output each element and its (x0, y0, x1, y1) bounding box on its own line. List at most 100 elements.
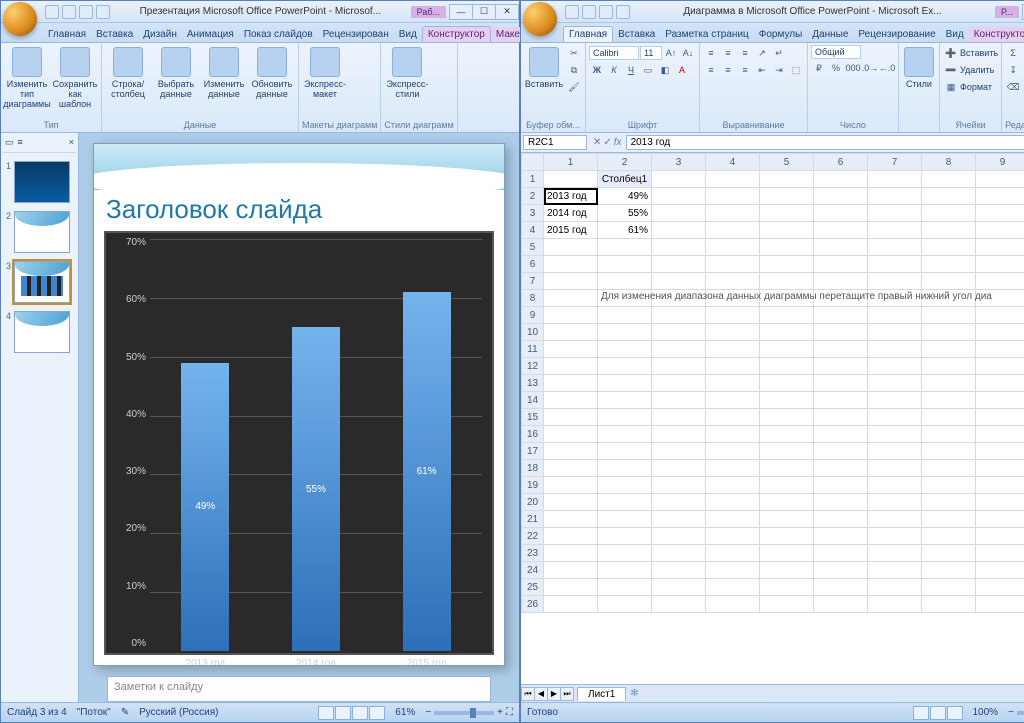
cell[interactable] (976, 239, 1024, 256)
cell[interactable] (868, 392, 922, 409)
cell[interactable] (652, 545, 706, 562)
cell[interactable] (598, 324, 652, 341)
cell[interactable] (814, 494, 868, 511)
underline-icon[interactable]: Ч (623, 62, 639, 78)
font-color-icon[interactable]: A (674, 62, 690, 78)
tab-view[interactable]: Вид (941, 27, 969, 42)
cell[interactable] (598, 392, 652, 409)
cell[interactable] (814, 205, 868, 222)
cell[interactable] (544, 358, 598, 375)
cell[interactable] (760, 596, 814, 613)
chart-object[interactable]: 0%10%20%30%40%50%60%70% 49%55%61% 2013 г… (104, 231, 494, 655)
slide-thumb-2[interactable]: 2 (3, 211, 76, 253)
cell[interactable]: 49% (598, 188, 652, 205)
cell[interactable] (598, 375, 652, 392)
cell[interactable]: 2014 год (544, 205, 598, 222)
cell[interactable] (706, 477, 760, 494)
zoom-percent[interactable]: 61% (395, 707, 415, 718)
slide-thumb-4[interactable]: 4 (3, 311, 76, 353)
qat-save-icon[interactable] (45, 5, 59, 19)
zoom-slider[interactable]: −+⛶ (425, 707, 513, 718)
row-header[interactable]: 3 (522, 205, 544, 222)
format-painter-icon[interactable]: 🖌 (566, 79, 582, 95)
row-header[interactable]: 23 (522, 545, 544, 562)
cell[interactable] (976, 273, 1024, 290)
quick-styles-button[interactable]: Экспресс-стили (384, 45, 430, 101)
cell[interactable] (922, 205, 976, 222)
cell[interactable] (598, 426, 652, 443)
cell[interactable] (922, 341, 976, 358)
cell[interactable] (544, 460, 598, 477)
zoom-slider[interactable]: −+ (1008, 707, 1024, 718)
cell[interactable] (868, 545, 922, 562)
cell[interactable] (976, 171, 1024, 188)
cell[interactable] (652, 511, 706, 528)
new-sheet-icon[interactable]: ✻ (630, 688, 638, 699)
dec-decimal-icon[interactable]: ←.0 (879, 60, 895, 76)
cell[interactable] (760, 579, 814, 596)
cell[interactable] (976, 528, 1024, 545)
tab-slideshow[interactable]: Показ слайдов (239, 27, 318, 42)
row-header[interactable]: 25 (522, 579, 544, 596)
cell[interactable] (760, 562, 814, 579)
cell[interactable] (814, 324, 868, 341)
zoom-percent[interactable]: 100% (973, 707, 999, 718)
indent-dec-icon[interactable]: ⇤ (754, 62, 770, 78)
cell[interactable] (760, 273, 814, 290)
row-header[interactable]: 17 (522, 443, 544, 460)
cell[interactable] (814, 358, 868, 375)
align-right-icon[interactable]: ≡ (737, 62, 753, 78)
cell[interactable] (868, 222, 922, 239)
cell[interactable] (976, 545, 1024, 562)
cell[interactable] (598, 511, 652, 528)
cell[interactable] (652, 579, 706, 596)
quick-layout-button[interactable]: Экспресс-макет (302, 45, 348, 101)
cell[interactable] (544, 273, 598, 290)
cell[interactable] (976, 341, 1024, 358)
qat-more-icon[interactable] (96, 5, 110, 19)
align-bottom-icon[interactable]: ≡ (737, 45, 753, 61)
tab-view[interactable]: Вид (394, 27, 422, 42)
cell[interactable] (706, 375, 760, 392)
cell[interactable] (544, 171, 598, 188)
row-header[interactable]: 21 (522, 511, 544, 528)
cell[interactable] (922, 545, 976, 562)
row-header[interactable]: 1 (522, 171, 544, 188)
notes-pane[interactable]: Заметки к слайду (107, 676, 491, 702)
cell[interactable] (814, 528, 868, 545)
cell[interactable] (652, 239, 706, 256)
tab-insert[interactable]: Вставка (613, 27, 660, 42)
view-buttons[interactable] (913, 706, 963, 720)
cell[interactable] (652, 494, 706, 511)
cell[interactable] (868, 256, 922, 273)
cell[interactable] (976, 579, 1024, 596)
cell[interactable] (922, 511, 976, 528)
font-size-select[interactable]: 11 (640, 46, 662, 60)
cell[interactable] (598, 307, 652, 324)
cell[interactable] (760, 460, 814, 477)
cell[interactable] (706, 460, 760, 477)
cell[interactable] (922, 239, 976, 256)
outline-tab-icon[interactable]: ≡ (18, 137, 23, 148)
language-status[interactable]: Русский (Россия) (139, 707, 218, 718)
cell[interactable] (760, 511, 814, 528)
cell[interactable] (598, 477, 652, 494)
cell[interactable] (760, 443, 814, 460)
cell[interactable] (814, 460, 868, 477)
cell[interactable] (922, 375, 976, 392)
close-button[interactable]: ✕ (495, 4, 519, 20)
minimize-button[interactable]: — (449, 4, 473, 20)
current-slide[interactable]: Заголовок слайда 0%10%20%30%40%50%60%70%… (93, 143, 505, 666)
align-center-icon[interactable]: ≡ (720, 62, 736, 78)
cell[interactable] (598, 562, 652, 579)
cell[interactable] (760, 477, 814, 494)
chart-bar[interactable]: 49% (181, 363, 229, 651)
qat-save-icon[interactable] (565, 5, 579, 19)
edit-data-button[interactable]: Изменить данные (201, 45, 247, 101)
slide-thumb-1[interactable]: 1 (3, 161, 76, 203)
switch-row-col-button[interactable]: Строка/столбец (105, 45, 151, 101)
cell[interactable] (976, 426, 1024, 443)
comma-icon[interactable]: 000 (845, 60, 861, 76)
cell[interactable] (922, 562, 976, 579)
cell[interactable] (760, 256, 814, 273)
